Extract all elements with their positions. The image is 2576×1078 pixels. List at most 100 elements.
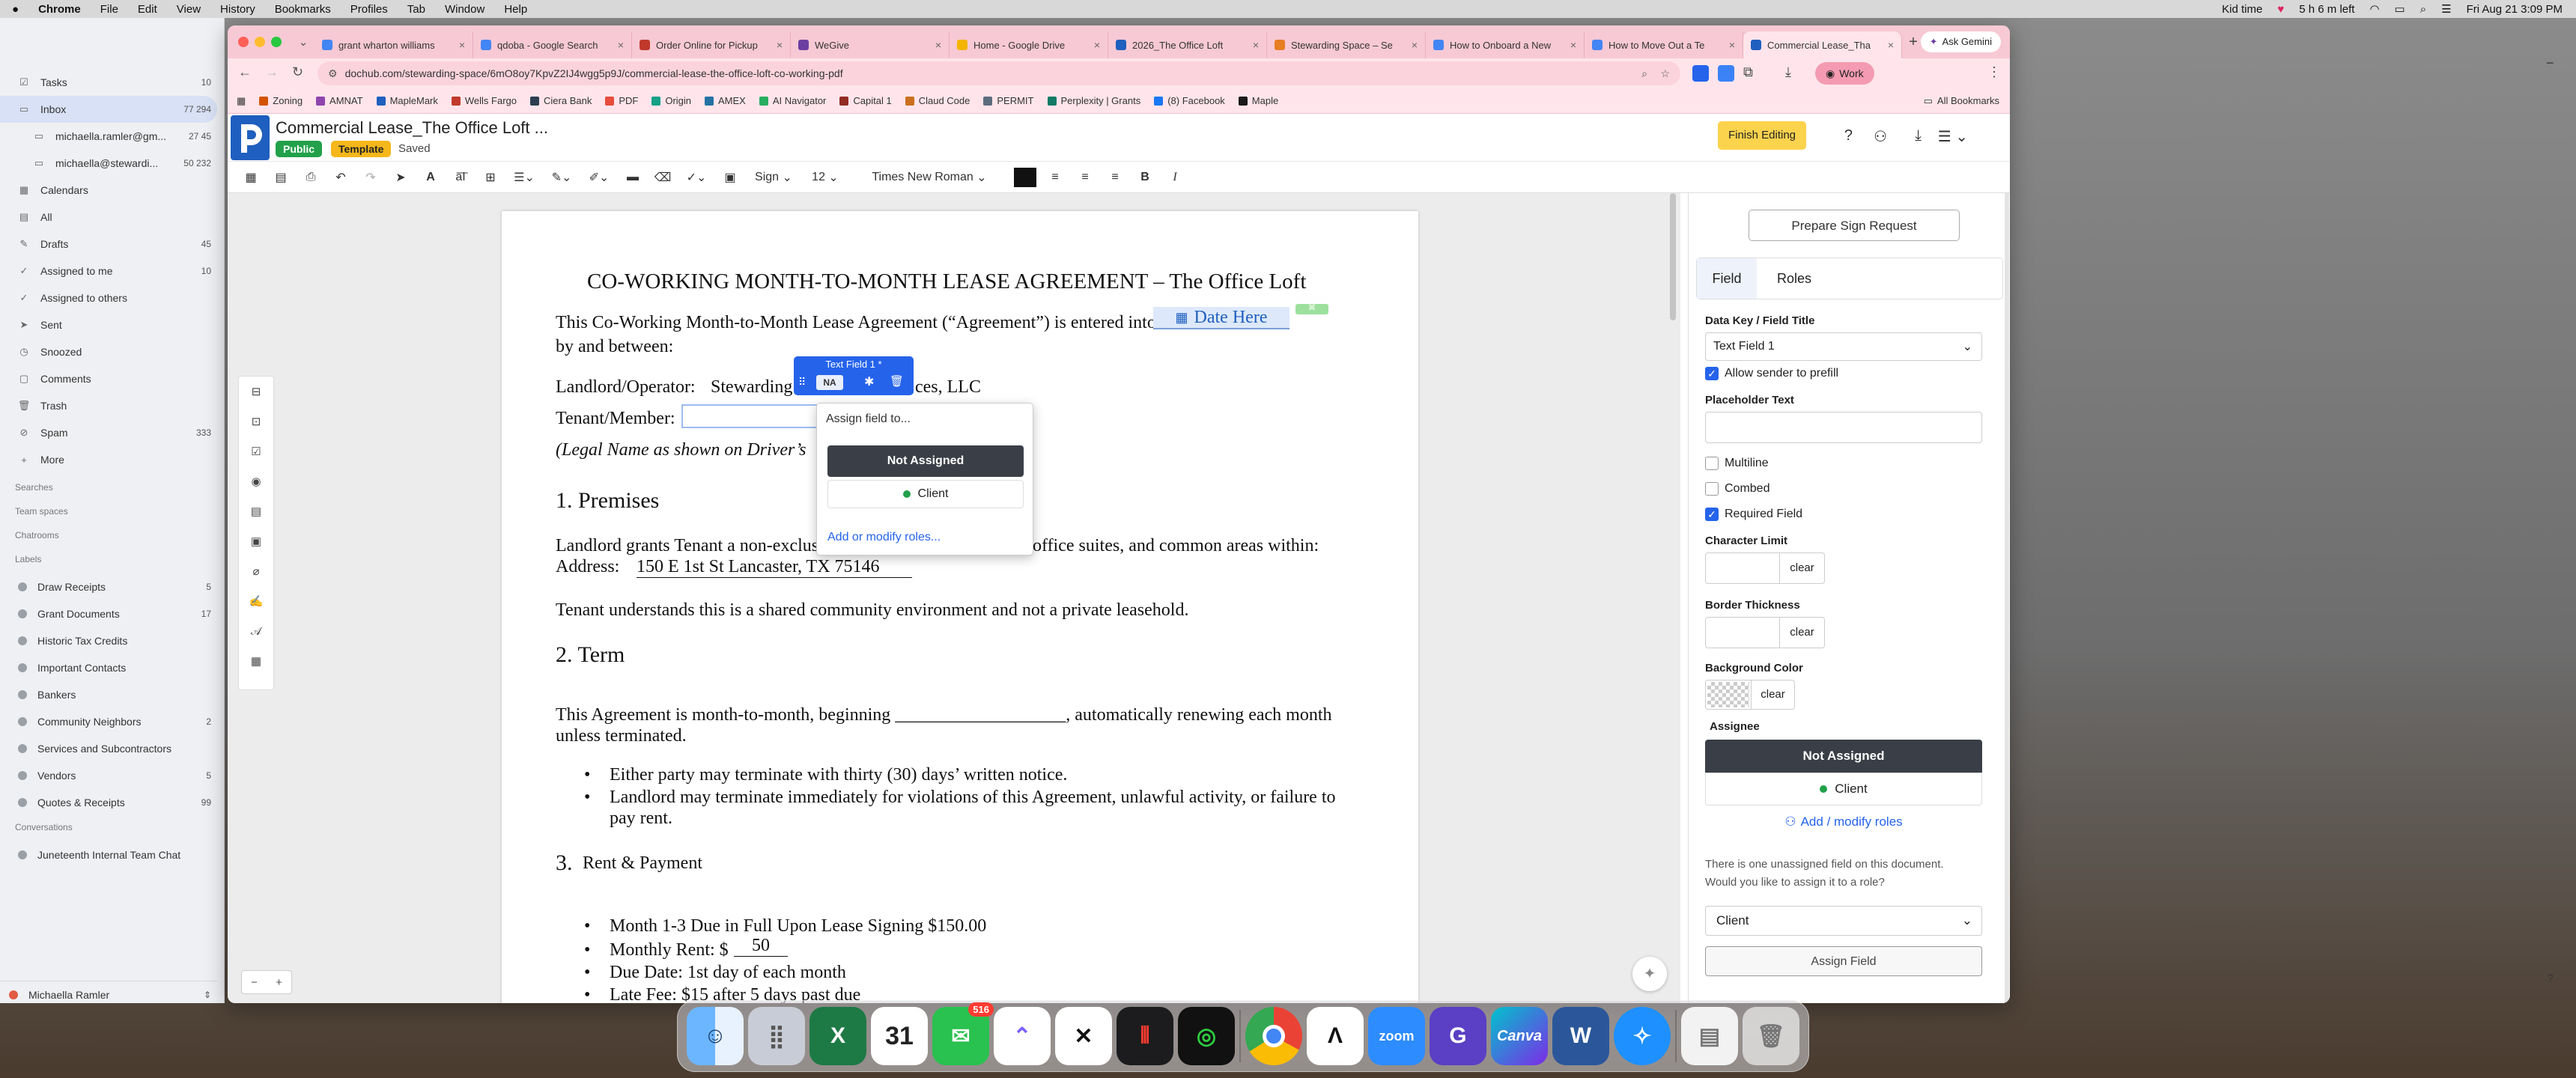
calendar-icon[interactable]: 31 [871, 1007, 928, 1065]
label-vendors[interactable]: Vendors 5 [0, 762, 217, 789]
checkmark-tool-icon[interactable]: ✓⌄ [680, 165, 713, 189]
messages-icon[interactable]: ✉ 516 [932, 1002, 994, 1065]
close-icon[interactable]: × [1094, 39, 1100, 51]
help-icon[interactable]: ? [2548, 972, 2554, 984]
tab-roles[interactable]: Roles [1764, 258, 1824, 299]
bookmark-origin[interactable]: Origin [651, 95, 691, 106]
label-community-neighbors[interactable]: Community Neighbors 2 [0, 708, 217, 735]
prepare-sign-request-button[interactable]: Prepare Sign Request [1749, 210, 1960, 241]
ai-assistant-icon[interactable]: ✦ [1632, 957, 1667, 991]
arc-icon[interactable]: Λ [1306, 1007, 1364, 1065]
menu-app-name[interactable]: Chrome [38, 3, 81, 16]
sidebar-toggle-icon[interactable]: − [2546, 55, 2554, 71]
bookmark-star-icon[interactable]: ☆ [1660, 67, 1670, 80]
pen-tool-icon[interactable]: ✎⌄ [545, 165, 578, 189]
menu-window[interactable]: Window [445, 3, 484, 16]
safari-icon[interactable]: ✧ [1613, 1007, 1671, 1065]
extensions-puzzle-icon[interactable]: ⧉ [1743, 64, 1753, 80]
align-left-icon[interactable]: ≡ [1042, 165, 1068, 189]
assign-field-button[interactable]: Assign Field [1705, 946, 1982, 976]
image-icon[interactable]: ▣ [717, 165, 743, 189]
bookmark-amex[interactable]: AMEX [705, 95, 746, 106]
border-thickness-input[interactable]: clear [1705, 617, 1825, 648]
close-icon[interactable]: × [777, 39, 783, 51]
bookmark-claud-code[interactable]: Claud Code [905, 95, 970, 106]
label-important-contacts[interactable]: Important Contacts [0, 654, 217, 681]
add-modify-roles-link[interactable]: Add or modify roles... [827, 531, 941, 544]
sign-dropdown[interactable]: Sign ⌄ [747, 165, 800, 189]
document-scrollbar[interactable] [1670, 193, 1676, 320]
signature-tool-icon[interactable]: ✍ [239, 586, 273, 616]
mail-row-calendars[interactable]: ▦ Calendars [0, 177, 217, 204]
popup-client-option[interactable]: Client [827, 480, 1024, 508]
mail-row-inbox[interactable]: ▭ Inbox 77 294 [0, 96, 217, 123]
menu-file[interactable]: File [100, 3, 118, 16]
panel-scrollbar[interactable] [2005, 193, 2009, 1003]
control-center-icon[interactable]: ☰ [2441, 2, 2451, 16]
wifi-icon[interactable]: ◠ [2369, 2, 2379, 16]
section-conversations[interactable]: Conversations [15, 822, 73, 832]
text-size-icon[interactable]: a͞I [448, 165, 473, 189]
mail-row-drafts[interactable]: ✎ Drafts 45 [0, 231, 217, 258]
address-bar[interactable]: ⚙ dochub.com/stewarding-space/6mO8oy7Kpv… [318, 61, 1680, 85]
clickup-icon[interactable]: ⌃ [994, 1007, 1051, 1065]
menu-history[interactable]: History [220, 3, 255, 16]
grid-view-icon[interactable]: ▦ [238, 165, 264, 189]
bookmark-facebook[interactable]: (8) Facebook [1154, 95, 1225, 106]
character-limit-input[interactable]: clear [1705, 552, 1825, 584]
finder-icon[interactable]: ☺ [687, 1007, 744, 1065]
date-field[interactable]: ▦ Date Here [1153, 307, 1289, 329]
mail-row-account-stewarding[interactable]: ▭ michaella@stewardi... 50 232 [0, 150, 217, 177]
menu-view[interactable]: View [177, 3, 201, 16]
menu-edit[interactable]: Edit [138, 3, 157, 16]
menu-clock[interactable]: Fri Aug 21 3:09 PM [2467, 3, 2563, 16]
mail-row-account-gmail[interactable]: ▭ michaella.ramler@gm... 27 45 [0, 123, 217, 150]
profile-button[interactable]: ◉ Work [1815, 62, 1874, 85]
attachment-tool-icon[interactable]: ⌀ [239, 556, 273, 586]
close-icon[interactable]: × [1729, 39, 1735, 51]
zoom-out-icon[interactable]: − [251, 976, 258, 989]
tenant-name-text-field[interactable] [681, 404, 831, 428]
radio-tool-icon[interactable]: ◉ [239, 466, 273, 496]
bookmark-perplexity[interactable]: Perplexity | Grants [1047, 95, 1140, 106]
close-icon[interactable]: × [1570, 39, 1576, 51]
tab-order-online[interactable]: Order Online for Pickup × [632, 31, 791, 58]
tab-stewarding-space[interactable]: Stewarding Space – Se × [1267, 31, 1426, 58]
back-icon[interactable]: ← [238, 64, 252, 80]
clear-background-color-button[interactable]: clear [1751, 680, 1794, 709]
tab-qdoba[interactable]: qdoba - Google Search × [473, 31, 632, 58]
canva-icon[interactable]: Canva [1490, 1007, 1548, 1065]
mail-row-comments[interactable]: ▢ Comments [0, 365, 217, 392]
background-color-picker[interactable]: clear [1705, 680, 1795, 710]
bookmark-ciera-bank[interactable]: Ciera Bank [530, 95, 592, 106]
ask-gemini-button[interactable]: ✦ Ask Gemini [1920, 31, 2001, 52]
tab-grant-wharton[interactable]: grant wharton williams × [315, 31, 473, 58]
mail-row-trash[interactable]: 🗑 Trash [0, 392, 217, 419]
voice-memos-icon[interactable]: ⦀ [1117, 1007, 1173, 1065]
tab-google-drive[interactable]: Home - Google Drive × [950, 31, 1108, 58]
section-chatrooms[interactable]: Chatrooms [15, 530, 59, 540]
bold-icon[interactable]: B [1132, 165, 1158, 189]
chrome-icon[interactable] [1245, 1007, 1302, 1065]
bookmark-ai-navigator[interactable]: AI Navigator [759, 95, 826, 106]
highlighter-icon[interactable]: ✐⌄ [583, 165, 616, 189]
mail-row-more[interactable]: + More [0, 446, 217, 473]
section-searches[interactable]: Searches [15, 482, 53, 493]
section-labels[interactable]: Labels [15, 554, 41, 564]
text-tool-icon[interactable]: A [418, 165, 443, 189]
clear-border-thickness-button[interactable]: clear [1779, 618, 1824, 648]
add-modify-roles-link[interactable]: ⚇ Add / modify roles [1705, 814, 1982, 829]
menu-profiles[interactable]: Profiles [350, 3, 388, 16]
apps-grid-icon[interactable]: ▦ [237, 95, 246, 107]
font-family-select[interactable]: Times New Roman ⌄ [851, 165, 1008, 189]
menu-bookmarks[interactable]: Bookmarks [275, 3, 331, 16]
font-size-select[interactable]: 12 ⌄ [804, 165, 846, 189]
capcut-icon[interactable]: ✕ [1055, 1007, 1112, 1065]
bookmark-amnat[interactable]: AMNAT [316, 95, 363, 106]
reload-icon[interactable]: ↻ [292, 64, 303, 80]
word-icon[interactable]: W [1552, 1007, 1609, 1065]
close-icon[interactable]: × [1888, 39, 1894, 51]
initials-tool-icon[interactable]: 𝒜 [239, 616, 273, 646]
launchpad-icon[interactable]: ⣿ [748, 1007, 805, 1065]
close-icon[interactable]: × [618, 39, 624, 51]
